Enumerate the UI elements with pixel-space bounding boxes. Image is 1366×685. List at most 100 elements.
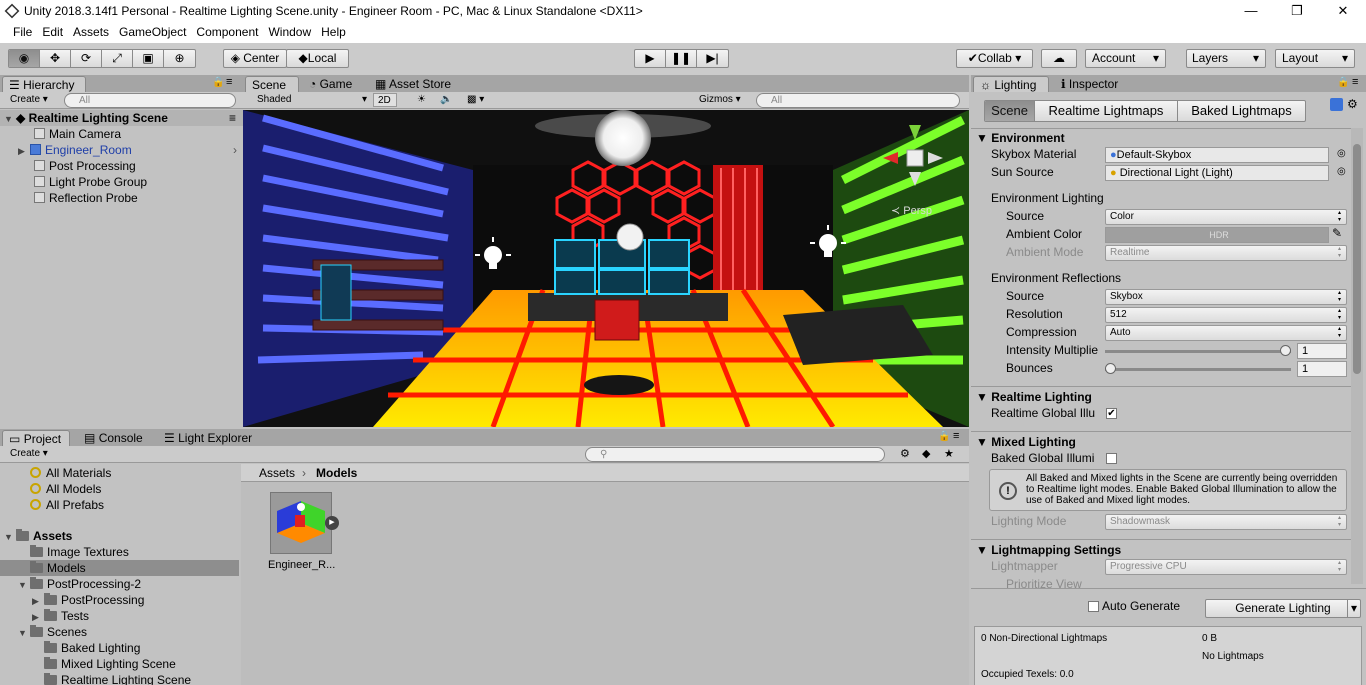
subtab-baked-lightmaps[interactable]: Baked Lightmaps: [1178, 101, 1305, 121]
move-tool-icon[interactable]: ✥: [40, 50, 71, 67]
realtime-gi-checkbox[interactable]: ✔: [1106, 408, 1117, 419]
hierarchy-search-input[interactable]: All: [64, 93, 236, 108]
collab-button[interactable]: ✔Collab ▾: [956, 49, 1033, 68]
expand-play-icon[interactable]: ▶: [325, 516, 339, 530]
collapsed-arrow-icon[interactable]: ▶: [32, 593, 44, 609]
list-item[interactable]: ▶ Engineer_Room ›: [18, 142, 243, 158]
sun-source-field[interactable]: ● Directional Light (Light): [1105, 165, 1329, 181]
list-item[interactable]: ▼ Scenes: [18, 624, 87, 640]
source-dropdown[interactable]: Color: [1105, 209, 1347, 225]
list-item[interactable]: ▼ Assets: [4, 528, 72, 544]
tab-inspector[interactable]: ℹ Inspector: [1055, 76, 1143, 92]
list-item[interactable]: All Prefabs: [30, 497, 104, 513]
list-item[interactable]: Main Camera: [34, 126, 121, 142]
tab-scene[interactable]: Scene: [245, 76, 299, 92]
scene-viewport[interactable]: ≺ Persp: [243, 110, 969, 427]
expanded-arrow-icon[interactable]: ▼: [18, 625, 30, 641]
help-book-icon[interactable]: [1330, 98, 1343, 111]
asset-thumbnail[interactable]: [270, 492, 332, 554]
rotate-tool-icon[interactable]: ⟳: [71, 50, 102, 67]
2d-toggle[interactable]: 2D: [373, 93, 397, 107]
bounces-slider-track[interactable]: [1105, 368, 1291, 371]
play-icon[interactable]: ▶: [635, 50, 666, 67]
lock-icon[interactable]: 🔒: [212, 77, 224, 88]
layers-dropdown[interactable]: Layers ▾: [1186, 49, 1266, 68]
filter-type-icon[interactable]: ⚙: [900, 447, 910, 460]
list-item[interactable]: Reflection Probe: [34, 190, 138, 206]
chevron-right-icon[interactable]: ›: [233, 142, 237, 158]
realtime-lighting-header[interactable]: ▼ Realtime Lighting: [976, 390, 1092, 405]
favorite-star-icon[interactable]: ★: [944, 447, 954, 460]
mixed-lighting-header[interactable]: ▼ Mixed Lighting: [976, 435, 1076, 450]
eyedropper-icon[interactable]: ✎: [1332, 226, 1342, 240]
filter-label-icon[interactable]: ◆: [922, 447, 930, 460]
inspector-scrollbar[interactable]: [1351, 128, 1363, 584]
menu-gameobject[interactable]: GameObject: [114, 23, 191, 43]
list-item[interactable]: Models: [0, 560, 239, 576]
pivot-center-button[interactable]: ◈ Center: [223, 49, 287, 68]
generate-lighting-button[interactable]: Generate Lighting ▾: [1205, 599, 1361, 618]
bounces-slider-thumb[interactable]: [1105, 363, 1116, 374]
skybox-field[interactable]: ●Default-Skybox: [1105, 147, 1329, 163]
create-button[interactable]: Create ▾: [6, 93, 56, 107]
tab-lighting[interactable]: ☼ Lighting: [973, 76, 1049, 92]
list-item[interactable]: All Materials: [30, 465, 111, 481]
list-item[interactable]: Image Textures: [30, 544, 129, 560]
minimize-button[interactable]: —: [1228, 1, 1274, 23]
lighting-toggle-icon[interactable]: ☀: [413, 93, 426, 107]
list-item[interactable]: ▶ PostProcessing: [32, 592, 144, 608]
reflection-source-dropdown[interactable]: Skybox: [1105, 289, 1347, 305]
menu-assets[interactable]: Assets: [68, 23, 114, 43]
scene-root-row[interactable]: ▼ ◆ Realtime Lighting Scene ≡: [0, 110, 243, 126]
resolution-dropdown[interactable]: 512: [1105, 307, 1347, 323]
object-picker-icon[interactable]: ◎: [1337, 166, 1346, 177]
list-item[interactable]: ▼ PostProcessing-2: [18, 576, 141, 592]
scene-search-input[interactable]: All: [756, 93, 960, 108]
chevron-down-icon[interactable]: ▾: [1346, 600, 1357, 617]
menu-window[interactable]: Window: [263, 23, 316, 43]
tab-hierarchy[interactable]: ☰ Hierarchy: [2, 76, 86, 92]
auto-generate-checkbox[interactable]: [1088, 601, 1099, 612]
layout-dropdown[interactable]: Layout ▾: [1275, 49, 1355, 68]
subtab-realtime-lightmaps[interactable]: Realtime Lightmaps: [1035, 101, 1178, 121]
menu-help[interactable]: Help: [316, 23, 351, 43]
baked-gi-checkbox[interactable]: [1106, 453, 1117, 464]
project-search-input[interactable]: ⚲: [585, 447, 885, 462]
panel-menu-icon[interactable]: ≡: [1352, 76, 1358, 88]
intensity-slider-thumb[interactable]: [1280, 345, 1291, 356]
gizmos-dropdown[interactable]: Gizmos ▾: [695, 93, 751, 107]
panel-menu-icon[interactable]: ≡: [953, 430, 959, 442]
scrollbar-thumb[interactable]: [1353, 144, 1361, 374]
gear-icon[interactable]: ⚙: [1347, 97, 1358, 111]
expanded-arrow-icon[interactable]: ▼: [18, 577, 30, 593]
compression-dropdown[interactable]: Auto: [1105, 325, 1347, 341]
tab-project[interactable]: ▭ Project: [2, 430, 70, 446]
tab-asset-store[interactable]: ▦ Asset Store: [369, 76, 469, 92]
breadcrumb-assets[interactable]: Assets: [259, 466, 295, 480]
lighting-mode-dropdown[interactable]: Shadowmask: [1105, 514, 1347, 530]
ambient-mode-dropdown[interactable]: Realtime: [1105, 245, 1347, 261]
persp-label[interactable]: ≺ Persp: [891, 204, 932, 217]
create-button[interactable]: Create ▾: [6, 447, 58, 461]
view-tool-icon[interactable]: ◉: [9, 50, 40, 67]
step-icon[interactable]: ▶|: [697, 50, 728, 67]
scale-tool-icon[interactable]: ⤢: [102, 50, 133, 67]
context-menu-icon[interactable]: ≡: [229, 110, 236, 126]
lock-icon[interactable]: 🔒: [938, 431, 950, 442]
list-item[interactable]: All Models: [30, 481, 101, 497]
list-item[interactable]: ▶ Tests: [32, 608, 89, 624]
intensity-slider-track[interactable]: [1105, 350, 1291, 353]
cloud-button[interactable]: ☁: [1041, 49, 1077, 68]
audio-toggle-icon[interactable]: 🔈: [436, 93, 452, 107]
list-item[interactable]: Post Processing: [34, 158, 136, 174]
maximize-button[interactable]: ❐: [1274, 1, 1320, 23]
pivot-local-button[interactable]: ◆Local: [286, 49, 349, 68]
subtab-scene[interactable]: Scene: [985, 101, 1035, 121]
lightmapping-settings-header[interactable]: ▼ Lightmapping Settings: [976, 543, 1121, 558]
list-item[interactable]: Realtime Lighting Scene: [44, 672, 191, 685]
pause-icon[interactable]: ❚❚: [666, 50, 697, 67]
intensity-input[interactable]: 1: [1297, 343, 1347, 359]
breadcrumb-models[interactable]: Models: [316, 466, 357, 480]
ambient-color-swatch[interactable]: HDR: [1105, 227, 1329, 243]
effects-toggle-icon[interactable]: ▩ ▾: [463, 93, 484, 107]
